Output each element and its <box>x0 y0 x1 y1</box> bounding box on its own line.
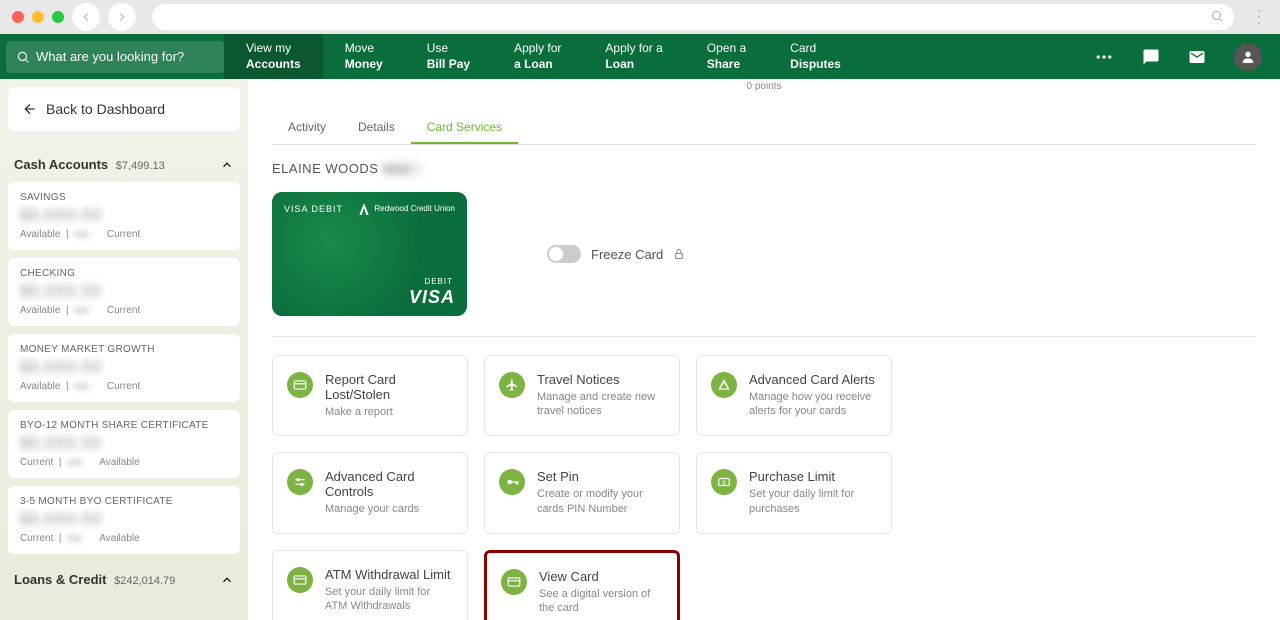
cash-accounts-header[interactable]: Cash Accounts $7,499.13 <box>8 147 240 182</box>
freeze-card-toggle[interactable]: Freeze Card <box>547 245 685 263</box>
window-close-icon[interactable] <box>12 11 24 23</box>
card-service-tiles: Report Card Lost/StolenMake a reportTrav… <box>272 355 1256 620</box>
account-card[interactable]: BYO-12 MONTH SHARE CERTIFICATE$X,XXX.XXC… <box>8 410 240 478</box>
tile-view-card[interactable]: View CardSee a digital version of the ca… <box>484 550 680 620</box>
nav-item-share[interactable]: Open aShare <box>685 34 768 79</box>
window-maximize-icon[interactable] <box>52 11 64 23</box>
plane-icon <box>499 372 525 398</box>
nav-item-bill-pay[interactable]: UseBill Pay <box>405 34 492 79</box>
search-input[interactable]: What are you looking for? <box>6 41 224 73</box>
toggle-switch[interactable] <box>547 245 581 263</box>
browser-chrome: ⋮ <box>0 0 1280 34</box>
tile-travel-notices[interactable]: Travel NoticesManage and create new trav… <box>484 355 680 436</box>
tile-report-card-lost-stolen[interactable]: Report Card Lost/StolenMake a report <box>272 355 468 436</box>
more-icon[interactable] <box>1094 47 1114 67</box>
nav-item-money[interactable]: MoveMoney <box>323 34 405 79</box>
nav-item-disputes[interactable]: CardDisputes <box>768 34 863 79</box>
top-nav: What are you looking for? View myAccount… <box>0 34 1280 79</box>
url-bar[interactable] <box>152 4 1234 30</box>
dollar-icon: $ <box>711 469 737 495</box>
points-label: 0 points <box>272 81 1256 92</box>
atm-icon <box>287 567 313 593</box>
tab-details[interactable]: Details <box>342 112 411 144</box>
card-icon <box>501 569 527 595</box>
account-card[interactable]: 3-5 MONTH BYO CERTIFICATE$X,XXX.XXCurren… <box>8 486 240 554</box>
account-card[interactable]: CHECKING$X,XXX.XXAvailable | xxx Current <box>8 258 240 326</box>
search-placeholder: What are you looking for? <box>36 49 184 64</box>
nav-item-loan[interactable]: Apply for aLoan <box>583 34 684 79</box>
loans-credit-header[interactable]: Loans & Credit $242,014.79 <box>8 562 240 597</box>
tile-advanced-card-alerts[interactable]: Advanced Card AlertsManage how you recei… <box>696 355 892 436</box>
chevron-up-icon <box>220 573 234 587</box>
nav-item-accounts[interactable]: View myAccounts <box>224 34 323 79</box>
tile-atm-withdrawal-limit[interactable]: ATM Withdrawal LimitSet your daily limit… <box>272 550 468 620</box>
browser-forward-button[interactable] <box>108 3 136 31</box>
sidebar: Back to Dashboard Cash Accounts $7,499.1… <box>0 79 248 620</box>
content: 0 points ActivityDetailsCard Services EL… <box>248 79 1280 620</box>
browser-menu-icon[interactable]: ⋮ <box>1250 7 1268 28</box>
tabs: ActivityDetailsCard Services <box>272 112 1256 145</box>
key-icon <box>499 469 525 495</box>
lock-icon <box>673 248 685 260</box>
alert-icon <box>711 372 737 398</box>
window-minimize-icon[interactable] <box>32 11 44 23</box>
tile-purchase-limit[interactable]: $Purchase LimitSet your daily limit for … <box>696 452 892 533</box>
account-card[interactable]: SAVINGS$X,XXX.XXAvailable | xxx Current <box>8 182 240 250</box>
card-icon <box>287 372 313 398</box>
search-icon <box>1210 9 1224 28</box>
chevron-up-icon <box>220 158 234 172</box>
nav-item-a-loan[interactable]: Apply fora Loan <box>492 34 583 79</box>
cardholder-name: ELAINE WOODS xxxx <box>272 161 1256 176</box>
chat-icon[interactable] <box>1142 48 1160 66</box>
tab-activity[interactable]: Activity <box>272 112 342 144</box>
tile-advanced-card-controls[interactable]: Advanced Card ControlsManage your cards <box>272 452 468 533</box>
tile-set-pin[interactable]: Set PinCreate or modify your cards PIN N… <box>484 452 680 533</box>
tab-card-services[interactable]: Card Services <box>411 112 518 144</box>
browser-back-button[interactable] <box>72 3 100 31</box>
back-to-dashboard[interactable]: Back to Dashboard <box>8 87 240 131</box>
account-card[interactable]: MONEY MARKET GROWTH$X,XXX.XXAvailable | … <box>8 334 240 402</box>
avatar[interactable] <box>1234 43 1262 71</box>
controls-icon <box>287 469 313 495</box>
mail-icon[interactable] <box>1188 48 1206 66</box>
debit-card-image: VISA DEBIT Redwood Credit Union DEBIT VI… <box>272 192 467 316</box>
